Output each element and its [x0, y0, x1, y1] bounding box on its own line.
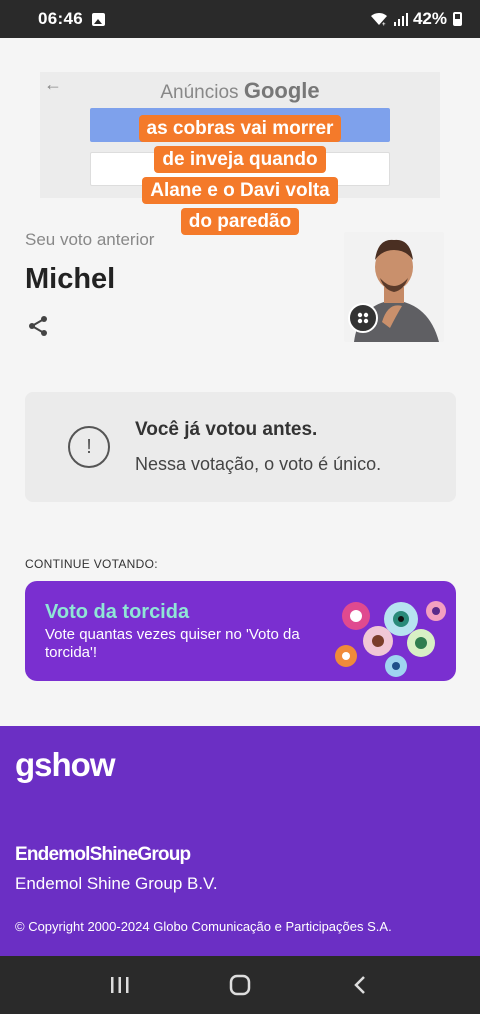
eyes-illustration: [335, 601, 446, 677]
partner-name: Endemol Shine Group B.V.: [15, 874, 218, 893]
caption-line: de inveja quando: [154, 146, 326, 173]
signal-icon: [393, 13, 408, 26]
battery-level: 42%: [412, 9, 447, 28]
ad-label-prefix: Anúncios: [160, 82, 239, 103]
fan-vote-subtitle: Vote quantas vezes quiser no 'Voto da to…: [45, 626, 300, 661]
alert-icon: !: [68, 426, 110, 468]
ad-label: Anúncios Google: [40, 78, 440, 104]
recents-icon[interactable]: [100, 965, 140, 1005]
back-icon[interactable]: [340, 965, 380, 1005]
battery-icon: [453, 12, 462, 26]
status-bar: 06:46 + 42%: [0, 0, 480, 38]
gshow-logo[interactable]: gshow: [15, 746, 115, 784]
fan-vote-title: Voto da torcida: [45, 601, 190, 623]
system-nav-bar: [0, 956, 480, 1014]
already-voted-notice: ! Você já votou antes. Nessa votação, o …: [25, 392, 456, 502]
notice-title: Você já votou antes.: [135, 419, 318, 440]
status-time: 06:46: [38, 9, 83, 28]
caption-line: Alane e o Davi volta: [142, 177, 338, 204]
status-indicators: + 42%: [369, 9, 462, 29]
ad-label-brand: Google: [243, 78, 320, 103]
notice-text: Nessa votação, o voto é único.: [135, 454, 382, 474]
site-footer: gshow EndemolShineGroup Endemol Shine Gr…: [0, 726, 480, 956]
grid-icon[interactable]: [348, 303, 378, 333]
copyright-text: © Copyright 2000-2024 Globo Comunicação …: [15, 919, 392, 934]
continue-voting-label: CONTINUE VOTANDO:: [25, 557, 158, 571]
wifi-icon: +: [370, 12, 387, 27]
home-icon[interactable]: [220, 965, 260, 1005]
video-caption: as cobras vai morrer de inveja quando Al…: [118, 113, 362, 237]
fan-vote-card[interactable]: Voto da torcida Vote quantas vezes quise…: [25, 581, 456, 681]
image-icon: [91, 12, 105, 26]
share-icon[interactable]: [26, 314, 50, 338]
caption-line: do paredão: [180, 208, 300, 235]
endemol-logo: EndemolShineGroup: [15, 844, 191, 865]
candidate-name: Michel: [25, 263, 116, 295]
caption-line: as cobras vai morrer: [138, 115, 342, 142]
svg-text:+: +: [382, 22, 386, 27]
